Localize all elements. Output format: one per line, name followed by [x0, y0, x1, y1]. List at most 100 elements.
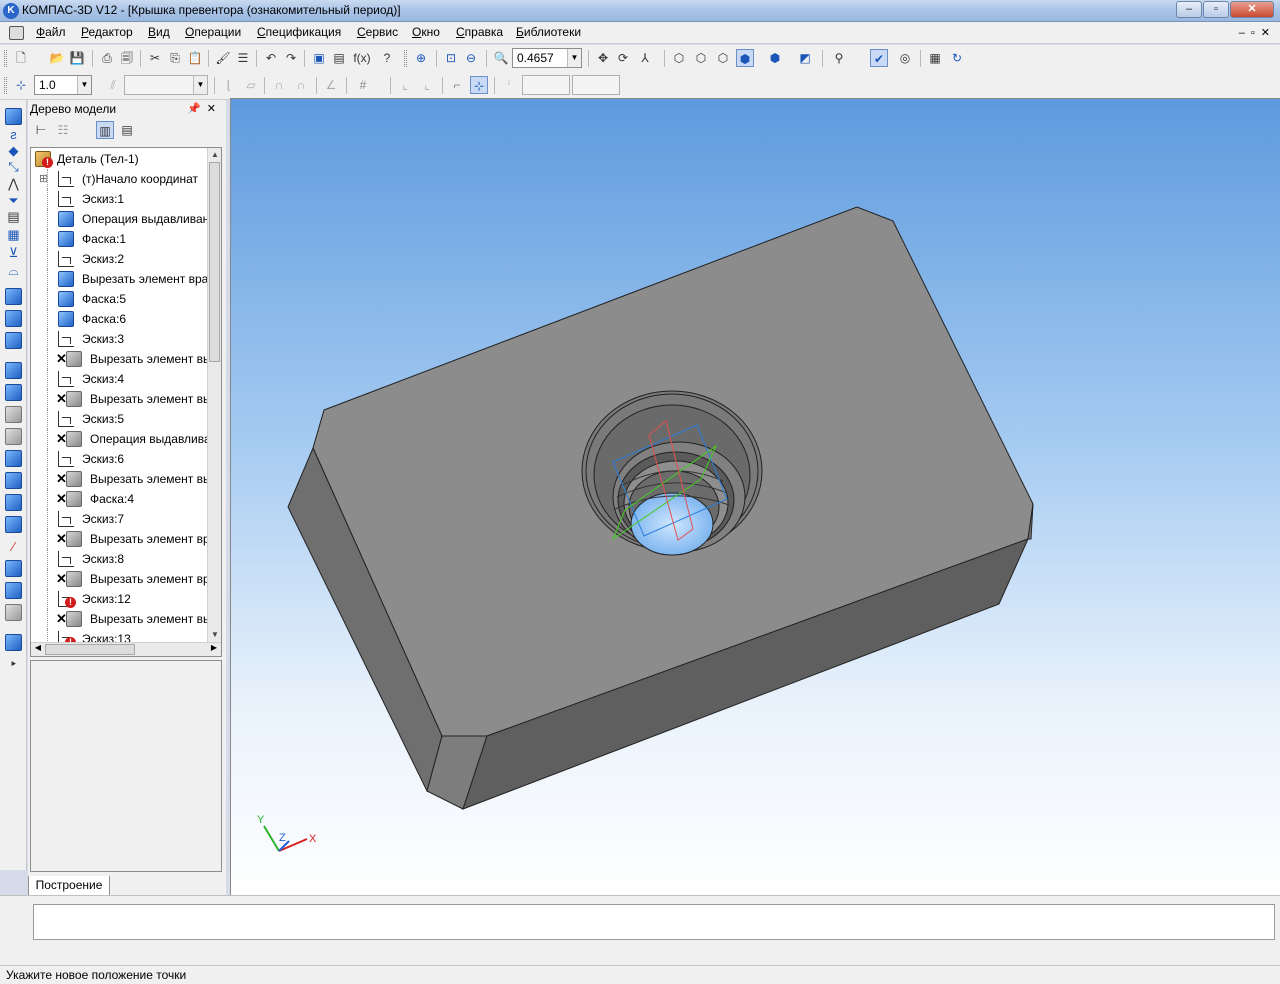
minimize-button[interactable]: ‒ [1176, 1, 1202, 18]
report-icon[interactable]: ▦ [5, 226, 22, 243]
model-view[interactable]: X Y Z [231, 99, 1280, 895]
command-input[interactable] [33, 904, 1275, 940]
rib-icon[interactable] [5, 494, 22, 511]
format-brush-icon[interactable]: 🖌 [214, 49, 232, 67]
tree-item[interactable]: Операция выдавливания:1 [31, 209, 221, 229]
tree-item[interactable]: ✕ Вырезать элемент выдавливания:2 [31, 389, 221, 409]
mdi-controls[interactable]: ‒▫✕ [1239, 26, 1276, 39]
variables-button[interactable]: f(x) [350, 49, 374, 67]
shaded-icon[interactable]: ⬢ [736, 49, 754, 67]
tree-item[interactable]: Эскиз:7 [31, 509, 209, 529]
maximize-button[interactable]: ▫ [1203, 1, 1229, 18]
tree-item[interactable]: Эскиз:1 [31, 189, 209, 209]
tree-item[interactable]: Вырезать элемент вращения:1 [31, 269, 221, 289]
close-button[interactable]: ✕ [1230, 1, 1274, 18]
pin-close-icons[interactable]: 📌✕ [187, 100, 222, 118]
round-icon[interactable]: ⌐ [448, 76, 466, 94]
tree-item[interactable]: ✕ Вырезать элемент выдавливания:4 [31, 609, 221, 629]
tree-item[interactable]: Фаска:1 [31, 229, 209, 249]
redo-icon[interactable]: ↷ [282, 49, 300, 67]
menu-file[interactable]: Файл [36, 25, 66, 39]
tree-item[interactable]: ⊞ (т)Начало координат [31, 169, 209, 189]
manager-icon[interactable]: ▣ [310, 49, 328, 67]
tree-item[interactable]: ! Эскиз:12 [31, 589, 209, 609]
rotate-icon[interactable]: ⟳ [614, 49, 632, 67]
extrude-icon[interactable] [5, 288, 22, 305]
zoom-in-icon[interactable]: ⊕ [412, 49, 430, 67]
tree-item[interactable]: Фаска:5 [31, 289, 209, 309]
help-icon[interactable]: ? [378, 49, 396, 67]
diagnostics-icon[interactable]: ⊻ [5, 244, 22, 261]
tree-item[interactable]: Эскиз:4 [31, 369, 209, 389]
tree-view-icon[interactable]: ☷ [54, 121, 72, 139]
new-file-icon[interactable]: 🗋 [12, 49, 30, 67]
array-icon[interactable] [5, 582, 22, 599]
edit-part-icon[interactable] [5, 108, 22, 125]
vertical-scrollbar[interactable]: ▲ ▼ [207, 148, 221, 642]
perspective-icon[interactable]: ◩ [796, 49, 814, 67]
snap-icon[interactable]: ✔ [870, 49, 888, 67]
shell-icon[interactable] [5, 516, 22, 533]
tree-item[interactable]: ✕ Вырезать элемент вращения:3 [31, 569, 221, 589]
menu-specification[interactable]: Спецификация [257, 25, 341, 39]
zoom-window-icon[interactable]: ⊡ [442, 49, 460, 67]
save-icon[interactable]: 💾 [68, 49, 86, 67]
tree-item[interactable]: ✕ Операция выдавливания:2 [31, 429, 221, 449]
hidden-lines-icon[interactable]: ⬡ [692, 49, 710, 67]
filter-icon[interactable]: ⏷ [5, 192, 22, 209]
snap-toggle-icon[interactable]: ⊹ [470, 76, 488, 94]
tree-item[interactable]: ✕ Вырезать элемент выдавливания:3 [31, 469, 221, 489]
cursor-step-icon[interactable]: ⊹ [12, 76, 30, 94]
tree-mode2-icon[interactable]: ▤ [118, 121, 136, 139]
fillet-icon[interactable] [5, 450, 22, 467]
scrollbar-thumb[interactable] [45, 644, 135, 655]
tree-item[interactable]: Эскиз:3 [31, 329, 209, 349]
surface-icon[interactable]: ◆ [5, 142, 22, 159]
toolbar-grip[interactable] [4, 50, 7, 67]
view-manager-icon[interactable]: ◎ [896, 49, 914, 67]
orientation-icon[interactable]: ⅄ [636, 49, 654, 67]
menu-help[interactable]: Справка [456, 25, 503, 39]
library-icon[interactable]: ▤ [330, 49, 348, 67]
chevron-down-icon[interactable]: ▼ [77, 76, 91, 94]
filter-icon[interactable]: ⚲ [830, 49, 848, 67]
menu-editor[interactable]: Редактор [81, 25, 133, 39]
tree-item[interactable]: ! Деталь (Тел-1) [31, 149, 209, 169]
undo-icon[interactable]: ↶ [262, 49, 280, 67]
document-icon[interactable] [9, 26, 24, 40]
tree-item[interactable]: Эскиз:8 [31, 549, 209, 569]
print-preview-icon[interactable]: 🗐 [118, 49, 136, 67]
grid-icon[interactable]: # [354, 76, 372, 94]
rebuild-icon[interactable]: ↻ [948, 49, 966, 67]
scroll-up-icon[interactable]: ▲ [208, 148, 221, 162]
menu-window[interactable]: Окно [412, 25, 440, 39]
tree-mode-icon[interactable]: ▥ [96, 121, 114, 139]
hose-icon[interactable]: ⌓ [5, 262, 22, 279]
expand-icon[interactable]: ⯈ [5, 656, 22, 673]
tree-item[interactable]: ✕ Фаска:4 [31, 489, 209, 509]
paste-icon[interactable]: 📋 [186, 49, 204, 67]
step-combobox[interactable]: 1.0 ▼ [34, 75, 92, 95]
tab-construction[interactable]: Построение [28, 876, 110, 896]
zoom-combobox[interactable]: 0.4657 ▼ [512, 48, 582, 68]
tree-item[interactable]: ✕ Вырезать элемент вращения:2 [31, 529, 221, 549]
tree-item[interactable]: Эскиз:6 [31, 449, 209, 469]
loft-icon[interactable] [5, 332, 22, 349]
cut-extrude-icon[interactable] [5, 362, 22, 379]
print-icon[interactable]: ⎙ [98, 49, 116, 67]
scroll-down-icon[interactable]: ▼ [208, 628, 221, 642]
properties-icon[interactable]: ☰ [234, 49, 252, 67]
3d-viewport[interactable]: X Y Z [230, 98, 1280, 895]
zoom-out-icon[interactable]: ⊖ [462, 49, 480, 67]
tree-item[interactable]: Фаска:6 [31, 309, 209, 329]
chevron-down-icon[interactable]: ▼ [567, 49, 581, 67]
menu-libraries[interactable]: Библиотеки [516, 25, 581, 39]
layers-icon[interactable]: ▦ [926, 49, 944, 67]
menu-service[interactable]: Сервис [357, 25, 398, 39]
hole-icon[interactable] [5, 560, 22, 577]
revolve-icon[interactable] [5, 310, 22, 327]
tree-item[interactable]: Эскиз:2 [31, 249, 209, 269]
open-icon[interactable]: 📂 [48, 49, 66, 67]
tree-item[interactable]: ✕ Вырезать элемент выдавливания:1 [31, 349, 221, 369]
measure-icon[interactable]: ⋀ [5, 175, 22, 192]
